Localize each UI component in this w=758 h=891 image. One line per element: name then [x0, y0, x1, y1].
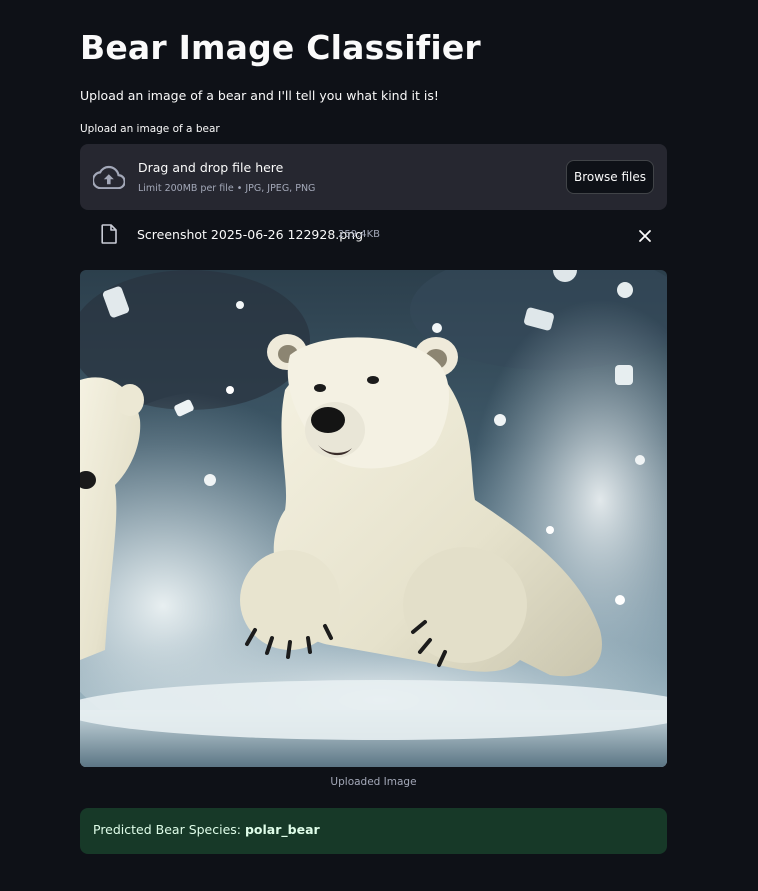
cloud-upload-icon [93, 165, 125, 189]
prediction-value: polar_bear [244, 822, 320, 837]
file-icon [101, 224, 117, 244]
page-subtitle: Upload an image of a bear and I'll tell … [80, 88, 439, 103]
file-dropzone[interactable]: Drag and drop file here Limit 200MB per … [80, 144, 667, 210]
file-uploader-label: Upload an image of a bear [80, 123, 220, 135]
page-title: Bear Image Classifier [80, 28, 481, 67]
uploaded-image [80, 270, 667, 767]
image-caption: Uploaded Image [330, 776, 417, 788]
dropzone-title: Drag and drop file here [138, 160, 284, 175]
polar-bear-photo [80, 270, 667, 767]
prediction-label: Predicted Bear Species: [93, 822, 245, 837]
browse-files-button[interactable]: Browse files [566, 160, 654, 194]
prediction-text: Predicted Bear Species: polar_bear [93, 822, 320, 837]
prediction-alert: Predicted Bear Species: polar_bear [80, 808, 667, 854]
app-page: Bear Image Classifier Upload an image of… [0, 0, 758, 891]
uploaded-file-size: 259.4KB [338, 229, 381, 240]
uploaded-file-row: Screenshot 2025-06-26 122928.png 259.4KB [80, 222, 667, 250]
uploaded-file-name: Screenshot 2025-06-26 122928.png [137, 227, 364, 242]
close-icon[interactable] [636, 227, 654, 245]
dropzone-limit-text: Limit 200MB per file • JPG, JPEG, PNG [138, 183, 316, 194]
